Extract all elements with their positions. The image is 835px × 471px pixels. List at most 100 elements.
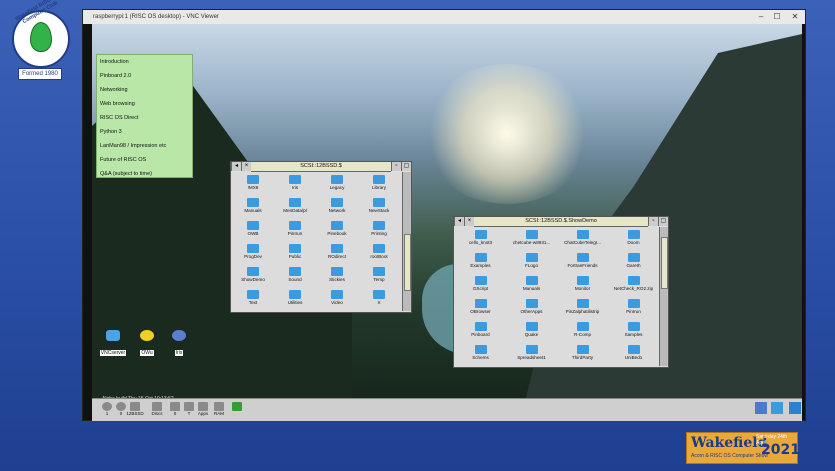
disc-icon (102, 402, 112, 411)
desktop-icon-label: VNCserver (99, 350, 127, 356)
iconise-icon[interactable]: ▫ (648, 217, 658, 226)
filer-item[interactable]: Spreadsheet1 (506, 345, 557, 365)
filer-item[interactable]: Temp (358, 267, 400, 287)
filer-item[interactable]: Utilities (274, 290, 316, 310)
filer-item-label: ROdirect (327, 254, 347, 259)
folder-icon (331, 198, 343, 207)
toggle-size-icon[interactable]: ▢ (401, 162, 411, 171)
filer-item[interactable]: cello_knot3 (455, 230, 506, 250)
filer-item[interactable]: R-Comp (557, 322, 608, 342)
filer-item[interactable]: PinZalphatilistrip (557, 299, 608, 319)
filer-item-label: FLogo (524, 263, 539, 268)
filer-item[interactable]: OWB (232, 221, 274, 241)
back-icon[interactable]: ◂ (231, 162, 241, 171)
filer-item[interactable]: Manuals (232, 198, 274, 218)
toggle-size-icon[interactable]: ▢ (658, 217, 668, 226)
filer-window-root[interactable]: ◂ × SCSI::12BSSD.$ ▫ ▢ !MX6 Iris Legacy Lib… (230, 161, 412, 313)
filer-item[interactable]: Video (316, 290, 358, 310)
filer-item[interactable]: Monitor (557, 276, 608, 296)
filer-item[interactable]: GScript (455, 276, 506, 296)
filer-contents[interactable]: cello_knot3 chetcube-w8931... ChatCubeTele… (454, 227, 659, 366)
back-icon[interactable]: ◂ (454, 217, 464, 226)
filer-item[interactable]: PinIrun (274, 221, 316, 241)
desktop-icon-vncserver[interactable]: VNCserver (96, 330, 130, 359)
iconbar-harddisc-icon[interactable]: 12BSSD (126, 402, 144, 417)
filer-item[interactable]: Gareth (608, 253, 659, 273)
filer-item[interactable]: Text (232, 290, 274, 310)
filer-item[interactable]: Pinboard (455, 322, 506, 342)
filer-item[interactable]: Pinebook (316, 221, 358, 241)
iconbar-discs-icon[interactable]: Discs (148, 402, 166, 417)
filer-item[interactable]: PinIrun (608, 299, 659, 319)
filer-item[interactable]: FLogo (506, 253, 557, 273)
filer-item[interactable]: Doom (608, 230, 659, 250)
filer-item[interactable]: Quake (506, 322, 557, 342)
desktop-icon-owu[interactable]: OWu (130, 330, 164, 359)
maximize-button[interactable]: ☐ (769, 10, 785, 24)
filer-item[interactable]: rootBoot (358, 244, 400, 264)
filer-title[interactable]: SCSI::12BSSD.$.ShowDemo (474, 217, 648, 227)
agenda-sticky-note[interactable]: Introduction Pinboard 2.0 Networking Web… (96, 54, 193, 178)
vnc-title-bar[interactable]: raspberrypi:1 (RISC OS desktop) - VNC Vi… (83, 10, 805, 24)
filer-item[interactable]: Network (316, 198, 358, 218)
filer-item[interactable]: NewStack (358, 198, 400, 218)
filer-item[interactable]: ThirdParty (557, 345, 608, 365)
iconbar-riscos-icon[interactable] (768, 402, 786, 414)
iconbar-taskmanager-icon[interactable] (786, 402, 804, 414)
folder-icon (373, 175, 385, 184)
filer-item[interactable]: OBrowser (455, 299, 506, 319)
filer-item[interactable]: ShowDemo (232, 267, 274, 287)
folder-icon (576, 299, 589, 308)
scroll-thumb[interactable] (404, 234, 411, 291)
filer-item[interactable]: Printing (358, 221, 400, 241)
filer-item-label: OtherApps (520, 309, 543, 314)
filer-item-label: Video (331, 300, 343, 305)
close-button[interactable]: ✕ (787, 10, 803, 24)
iconise-icon[interactable]: ▫ (391, 162, 401, 171)
desktop-icon-iris[interactable]: Iris (162, 330, 196, 359)
filer-item[interactable]: ChatCubeTelegr... (557, 230, 608, 250)
filer-title[interactable]: SCSI::12BSSD.$ (251, 162, 391, 172)
filer-item-label: ShowDemo (241, 277, 265, 282)
filer-item[interactable]: Iris (274, 175, 316, 195)
close-icon[interactable]: × (241, 162, 251, 171)
folder-icon (331, 244, 343, 253)
filer-item[interactable]: ProgDev (232, 244, 274, 264)
filer-item[interactable]: FortranFriends (557, 253, 608, 273)
filer-item[interactable]: Legacy (316, 175, 358, 195)
filer-item[interactable]: Samples (608, 322, 659, 342)
filer-item[interactable]: MenData/pl (274, 198, 316, 218)
disc-icon (116, 402, 126, 411)
filer-item[interactable]: Stickies (316, 267, 358, 287)
filer-item[interactable]: !MX6 (232, 175, 274, 195)
iconbar-bin-icon[interactable] (228, 402, 246, 411)
folder-icon (474, 230, 487, 239)
vertical-scrollbar[interactable] (659, 227, 668, 366)
filer-item[interactable]: Sound (274, 267, 316, 287)
close-icon[interactable]: × (464, 217, 474, 226)
floppy-icon (184, 402, 194, 411)
folder-icon (373, 267, 385, 276)
filer-item[interactable]: Schems (455, 345, 506, 365)
filer-contents[interactable]: !MX6 Iris Legacy Library Manuals MenData/pl Ne… (231, 172, 402, 311)
filer-item[interactable]: Manuals (506, 276, 557, 296)
filer-item[interactable]: X (358, 290, 400, 310)
folder-icon (373, 290, 385, 299)
vncserver-icon (106, 330, 120, 341)
vnc-viewer-window: raspberrypi:1 (RISC OS desktop) - VNC Vi… (82, 9, 806, 421)
filer-item[interactable]: ROdirect (316, 244, 358, 264)
filer-item[interactable]: chetcube-w8931... (506, 230, 557, 250)
minimize-button[interactable]: – (753, 10, 769, 24)
filer-item[interactable]: NetCheck_RO2.zip (608, 276, 659, 296)
riscos-desktop[interactable]: Introduction Pinboard 2.0 Networking Web… (92, 24, 802, 410)
folder-icon (627, 253, 640, 262)
filer-item[interactable]: Library (358, 175, 400, 195)
filer-item[interactable]: OtherApps (506, 299, 557, 319)
filer-item[interactable]: UniBed1 (608, 345, 659, 365)
vertical-scrollbar[interactable] (402, 172, 411, 311)
filer-item[interactable]: Examples (455, 253, 506, 273)
iconbar-ram-icon[interactable]: RAM (210, 402, 228, 417)
filer-window-showdemo[interactable]: ◂ × SCSI::12BSSD.$.ShowDemo ▫ ▢ cello_kn… (453, 216, 669, 368)
scroll-thumb[interactable] (661, 237, 668, 289)
filer-item[interactable]: Public (274, 244, 316, 264)
